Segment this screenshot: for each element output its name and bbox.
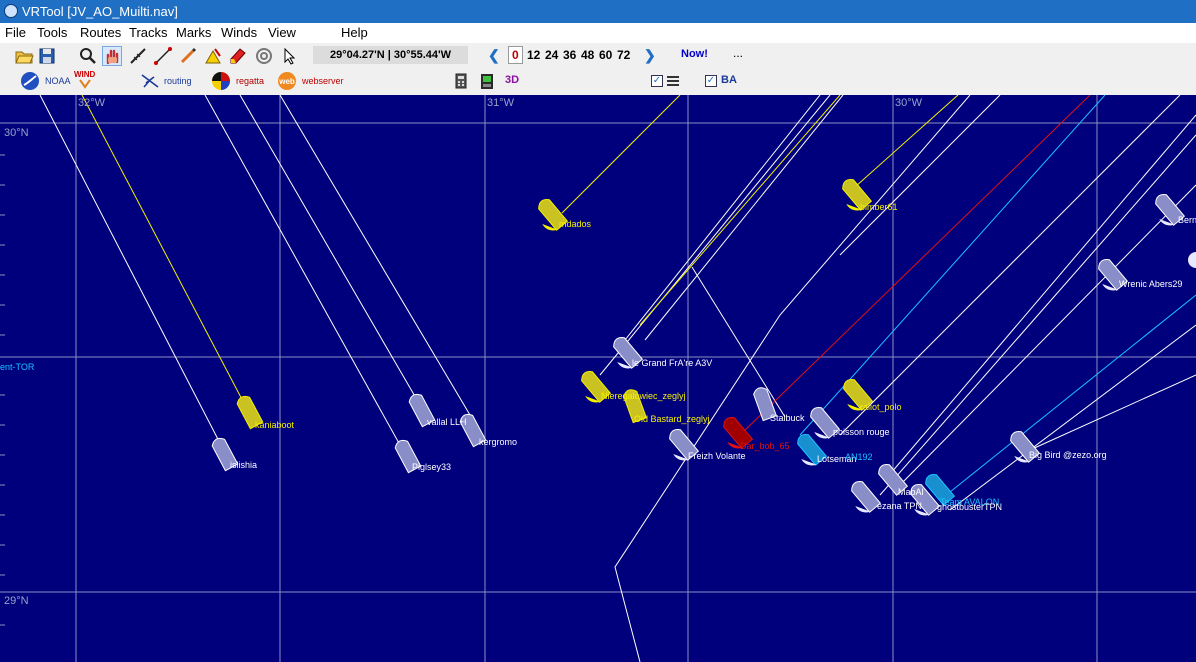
- main-toolbar: 29°04.27'N | 30°55.44'W ❮ 0 12 24 36 48 …: [0, 43, 1196, 68]
- wind-arrow-icon: [78, 78, 92, 92]
- now-button[interactable]: Now!: [681, 48, 708, 60]
- webserver-icon[interactable]: web: [277, 71, 297, 91]
- lon-label-30w: 30°W: [895, 97, 923, 109]
- boat-label: ezana TPN: [877, 501, 922, 511]
- hour-72[interactable]: 72: [617, 48, 630, 62]
- pointer-icon[interactable]: [280, 46, 300, 66]
- boat-label: ghostbusterTPN: [937, 502, 1003, 512]
- boat-label: MabAl: [898, 487, 924, 497]
- lat-label-29n: 29°N: [4, 595, 29, 607]
- routing-label[interactable]: routing: [164, 76, 192, 86]
- previous-hour-icon[interactable]: ❮: [488, 47, 500, 64]
- boat-label: islishia: [230, 460, 258, 470]
- boat-wrenic[interactable]: [1090, 257, 1129, 295]
- app-icon: [4, 4, 18, 18]
- boat-label: kergromo: [479, 437, 518, 447]
- boat-label: vallal LLH: [427, 417, 467, 427]
- boat-edge-partial: [1188, 252, 1196, 268]
- menu-file[interactable]: File: [5, 25, 26, 40]
- boat-label: poisson rouge: [833, 427, 890, 437]
- hour-24[interactable]: 24: [545, 48, 558, 62]
- pan-hand-icon[interactable]: [102, 46, 122, 66]
- pencil-icon[interactable]: [178, 46, 198, 66]
- boat-ezana[interactable]: [843, 479, 882, 517]
- ba-checkbox[interactable]: ✓: [705, 75, 717, 87]
- position-readout: 29°04.27'N | 30°55.44'W: [313, 46, 468, 64]
- boat-icons: [211, 179, 1196, 517]
- gps-device-icon[interactable]: [477, 71, 497, 91]
- boat-label: Bern: [1178, 215, 1196, 225]
- 3d-view-button[interactable]: 3D: [505, 74, 519, 86]
- map-canvas[interactable]: [0, 95, 1196, 662]
- boat-tracks: [39, 95, 1196, 662]
- boat-label: AN192: [845, 452, 873, 462]
- menu-help[interactable]: Help: [341, 25, 368, 40]
- boat-label: Stalbuck: [770, 413, 805, 423]
- menu-bar: File Tools Routes Tracks Marks Winds Vie…: [0, 23, 1196, 43]
- boat-nieregalowiec[interactable]: [573, 369, 612, 407]
- hour-60[interactable]: 60: [599, 48, 612, 62]
- boat-label: Wrenic Abers29: [1119, 279, 1183, 289]
- measure-icon[interactable]: [128, 46, 148, 66]
- marker-icon[interactable]: [203, 46, 223, 66]
- regatta-label[interactable]: regatta: [236, 76, 264, 86]
- zoom-icon[interactable]: [78, 46, 98, 66]
- boat-label: Nieregalowiec_zeglyj: [601, 391, 686, 401]
- latitude-scale: [0, 154, 5, 626]
- layers-icon: [666, 74, 680, 88]
- web-icon-text: web: [278, 77, 295, 86]
- menu-tools[interactable]: Tools: [37, 25, 67, 40]
- boat-label: le Grand FrA're A3V: [632, 358, 713, 368]
- secondary-toolbar: NOAA WIND routing regatta web webserver …: [0, 68, 1196, 96]
- layers-checkbox[interactable]: ✓: [651, 75, 663, 87]
- noaa-globe-icon[interactable]: [20, 71, 40, 91]
- lon-label-32w: 32°W: [78, 97, 106, 109]
- menu-tracks[interactable]: Tracks: [129, 25, 168, 40]
- boat-label: mdados: [559, 219, 592, 229]
- boat-label: Piglsey33: [412, 462, 452, 472]
- boat-label: Freizh Volante: [688, 451, 746, 461]
- boat-big-bird[interactable]: [1002, 429, 1041, 467]
- route-line-icon[interactable]: [153, 46, 173, 66]
- boat-label: bimber61: [860, 202, 898, 212]
- menu-marks[interactable]: Marks: [176, 25, 211, 40]
- lat-label-30n: 30°N: [4, 127, 29, 139]
- ba-label[interactable]: BA: [721, 74, 737, 86]
- calculator-icon[interactable]: [451, 71, 471, 91]
- boat-label: kaniaboot: [255, 420, 295, 430]
- next-hour-icon[interactable]: ❯: [644, 47, 656, 64]
- window-title: VRTool [JV_AO_Muilti.nav]: [22, 4, 178, 19]
- hour-36[interactable]: 36: [563, 48, 576, 62]
- open-folder-icon[interactable]: [14, 46, 34, 66]
- target-icon[interactable]: [254, 46, 274, 66]
- menu-routes[interactable]: Routes: [80, 25, 121, 40]
- menu-view[interactable]: View: [268, 25, 296, 40]
- boat-mdados[interactable]: [530, 197, 569, 235]
- boat-label: Big Bird @zezo.org: [1029, 450, 1107, 460]
- title-bar: VRTool [JV_AO_Muilti.nav]: [0, 0, 1196, 23]
- noaa-label[interactable]: NOAA: [45, 76, 71, 86]
- eraser-icon[interactable]: [228, 46, 248, 66]
- boat-label: Old Bastard_zeglyj: [634, 414, 710, 424]
- more-button[interactable]: ...: [733, 46, 743, 60]
- hour-12[interactable]: 12: [527, 48, 540, 62]
- edge-label: ent-TOR: [0, 362, 35, 372]
- boat-label: Dar_bob_65: [740, 441, 790, 451]
- chart-map[interactable]: 32°W 31°W 30°W 30°N 29°N ent-TOR mdados …: [0, 95, 1196, 662]
- hour-48[interactable]: 48: [581, 48, 594, 62]
- menu-winds[interactable]: Winds: [221, 25, 257, 40]
- save-icon[interactable]: [37, 46, 57, 66]
- hour-0[interactable]: 0: [508, 46, 523, 64]
- webserver-label[interactable]: webserver: [302, 76, 344, 86]
- lon-label-31w: 31°W: [487, 97, 515, 109]
- boat-label: raliot_polo: [860, 402, 902, 412]
- routing-icon[interactable]: [140, 71, 160, 91]
- regatta-icon[interactable]: [211, 71, 231, 91]
